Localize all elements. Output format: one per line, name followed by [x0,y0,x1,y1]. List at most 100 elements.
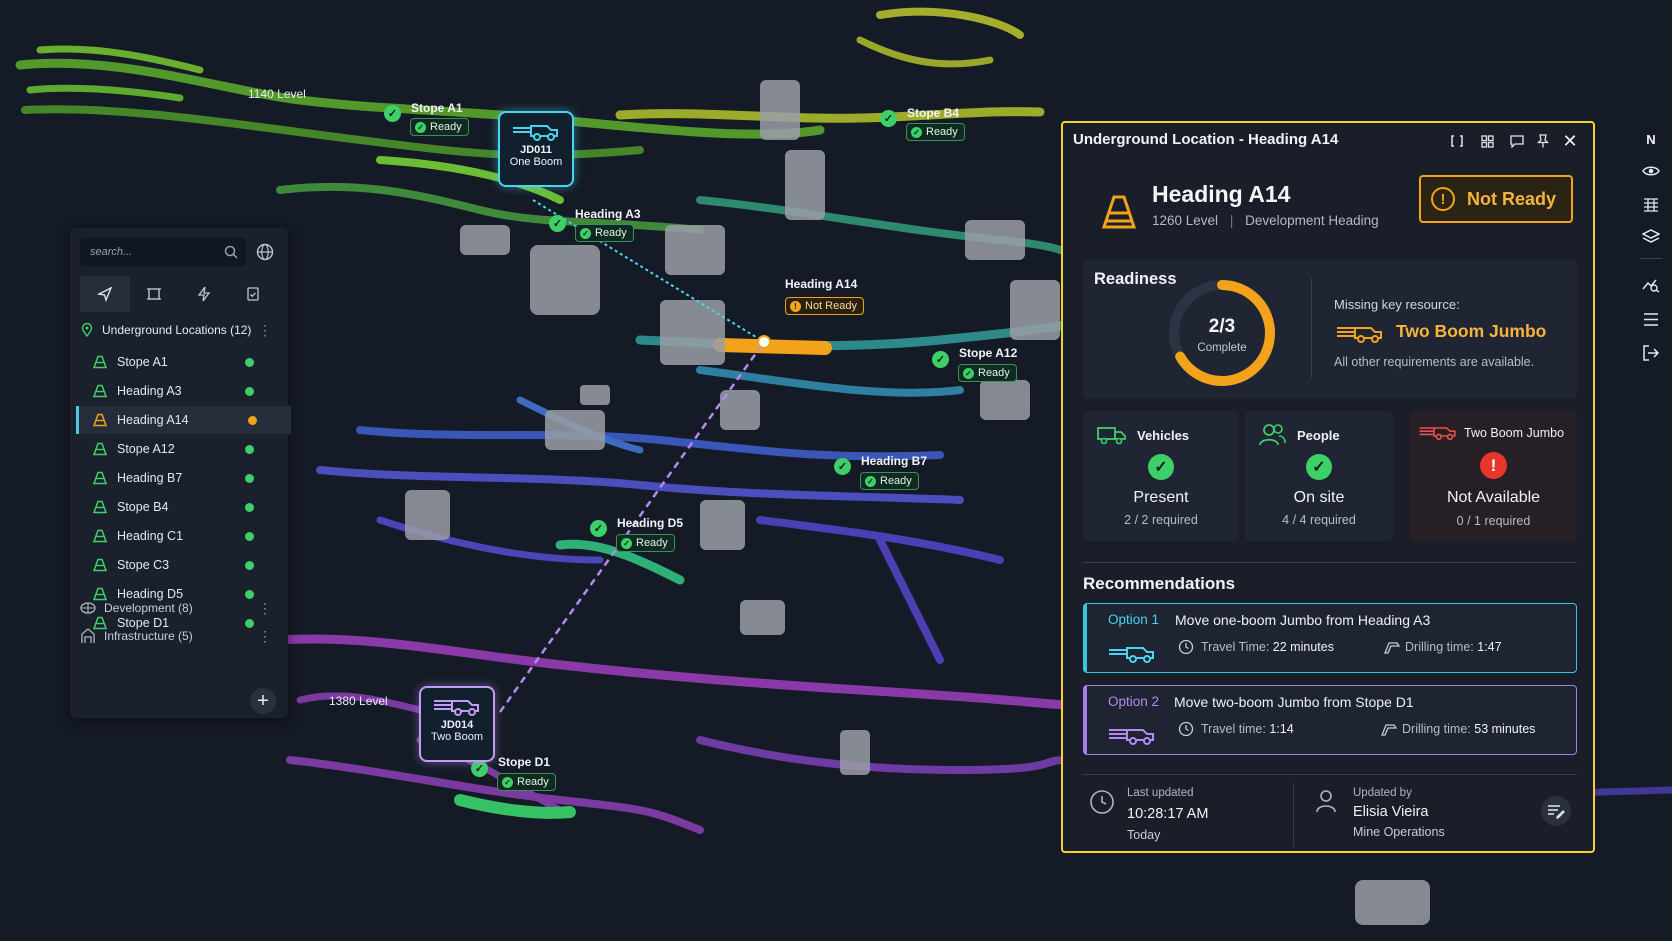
vehicle-card-jd014[interactable]: JD014 Two Boom [419,686,495,762]
location-meta: 1260 Level | Development Heading [1152,213,1379,228]
more-options-icon[interactable]: ⋮ [258,600,272,617]
vehicle-id: JD014 [440,719,474,731]
visibility-button[interactable] [1636,158,1666,184]
recommendation-option-2[interactable]: Option 2 Move two-boom Jumbo from Stope … [1083,685,1577,755]
tab-power[interactable] [179,276,229,312]
group-underground-locations[interactable]: Underground Locations (12) ⋮ [80,318,278,342]
travel-time: Travel Time: 22 minutes [1201,640,1334,654]
user-icon [1316,790,1336,813]
heading-cone-icon [93,471,107,485]
status-badge: ✓ Ready [958,364,1017,382]
marker-heading-b7[interactable]: Heading B7 [861,454,927,468]
level-1380-tunnels [275,634,1070,834]
resource-card-two-boom-jumbo[interactable]: Two Boom Jumbo ! Not Available 0 / 1 req… [1410,411,1577,541]
drilling-time: Drilling time: 53 minutes [1402,722,1535,736]
sidebar-item[interactable]: Heading B7 [76,464,288,492]
sidebar-item[interactable]: Stope A12 [76,435,288,463]
search-icon[interactable] [224,245,238,259]
recommendation-option-1[interactable]: Option 1 Move one-boom Jumbo from Headin… [1083,603,1577,673]
readiness-card: Readiness 2/3 Complete Missing key resou… [1083,260,1577,398]
close-button[interactable]: ✕ [1560,131,1580,151]
sidebar-item[interactable]: Stope C3 [76,551,288,579]
frame-icon [147,288,162,300]
analytics-button[interactable] [1636,272,1666,298]
resource-detail: 0 / 1 required [1456,514,1531,528]
tab-frame[interactable] [130,276,180,312]
updated-by-name: Elisia Vieira [1353,804,1429,820]
heading-a14-tunnel[interactable] [713,338,832,355]
globe-icon[interactable] [256,243,274,261]
vehicle-type: One Boom [509,156,563,168]
location-detail-panel: Underground Location - Heading A14 ✕ Hea… [1061,121,1595,853]
eye-icon [1642,166,1660,176]
meta-separator: | [1229,213,1234,228]
sidebar-item[interactable]: Heading A3 [76,377,288,405]
table-button[interactable] [1636,192,1666,218]
vehicle-card-jd011[interactable]: JD011 One Boom [498,111,574,187]
marker-stope-a1[interactable]: Stope A1 [411,101,463,115]
sidebar-item[interactable]: Heading A14 [76,406,291,434]
ready-check-icon: ✓ [549,215,566,232]
status-label: Not Ready [1467,188,1557,209]
pin-button[interactable] [1533,131,1553,151]
drill-value: 53 minutes [1474,722,1536,736]
heading-a14-target[interactable] [757,335,771,349]
notes-button[interactable] [1541,796,1571,826]
readiness-note: All other requirements are available. [1334,355,1535,369]
expand-button[interactable] [1447,131,1467,151]
status-badge: ✓ Ready [906,123,965,141]
travel-label: Travel time: [1201,722,1266,736]
updated-by-label: Updated by [1353,787,1412,799]
marker-heading-a14[interactable]: Heading A14 [785,277,857,291]
ready-check-icon: ✓ [590,520,607,537]
status-dot [245,444,254,454]
marker-stope-a12[interactable]: Stope A12 [959,346,1017,360]
compass-button[interactable]: N [1636,126,1666,152]
sidebar-item-label: Heading A3 [117,384,182,398]
add-button[interactable]: + [250,688,276,714]
group-infrastructure[interactable]: Infrastructure (5) ⋮ [80,624,278,648]
sidebar-item[interactable]: Stope B4 [76,493,288,521]
divider [1311,278,1312,378]
marker-stope-d1[interactable]: Stope D1 [498,755,550,769]
status-button-not-ready[interactable]: ! Not Ready [1419,175,1573,223]
truck-icon [1097,427,1126,445]
chat-icon [1510,134,1524,148]
tab-navigate[interactable] [80,276,130,312]
layers-button[interactable] [1636,224,1666,250]
vehicle-id: JD011 [520,144,552,156]
marker-stope-b4[interactable]: Stope B4 [907,106,959,120]
list-button[interactable] [1636,306,1666,332]
grid-view-button[interactable] [1477,131,1497,151]
resource-title: Vehicles [1137,428,1190,443]
check-icon: ✓ [865,475,876,487]
resource-card-vehicles[interactable]: Vehicles ✓ Present 2 / 2 required [1083,411,1239,541]
option-text: Move one-boom Jumbo from Heading A3 [1175,612,1431,628]
logout-button[interactable] [1636,340,1666,366]
sidebar-item[interactable]: Heading C1 [76,522,288,550]
location-name: Heading A14 [1152,181,1291,207]
divider [1083,562,1577,563]
updated-by-team: Mine Operations [1353,825,1445,839]
more-options-icon[interactable]: ⋮ [258,322,272,339]
search-input[interactable]: search... [90,246,224,258]
level-label-1140: 1140 Level [248,87,306,101]
group-development[interactable]: Development (8) ⋮ [80,596,278,620]
sidebar-item-label: Stope A12 [117,442,175,456]
status-badge: ✓ Ready [860,472,919,490]
sidebar-item-label: Stope B4 [117,500,169,514]
check-icon: ✓ [415,121,426,133]
resource-status: Present [1133,489,1189,506]
layers-icon [1642,229,1660,243]
tab-checklist[interactable] [229,276,279,312]
marker-heading-a3[interactable]: Heading A3 [575,207,641,221]
sidebar-item[interactable]: Stope A1 [76,348,288,376]
chat-button[interactable] [1507,131,1527,151]
more-options-icon[interactable]: ⋮ [258,628,272,645]
group-label: Development (8) [104,601,193,615]
error-circle-icon: ! [1480,452,1507,479]
search-box[interactable]: search... [80,238,246,266]
group-title: Underground Locations (12) [102,323,252,337]
resource-card-people[interactable]: People ✓ On site 4 / 4 required [1245,411,1393,541]
marker-heading-d5[interactable]: Heading D5 [617,516,683,530]
